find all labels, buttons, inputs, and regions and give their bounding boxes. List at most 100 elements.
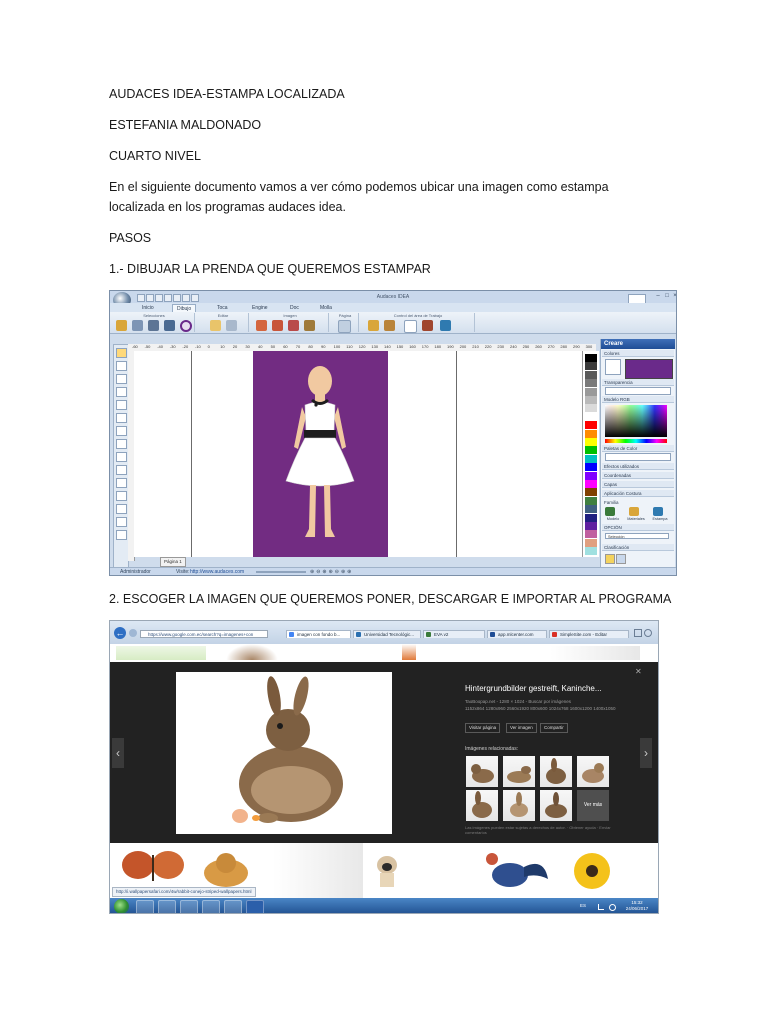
- view-more-button[interactable]: Ver más: [577, 790, 609, 821]
- color-swatch[interactable]: [585, 362, 597, 371]
- color-swatch[interactable]: [585, 480, 597, 488]
- refresh-icon[interactable]: [616, 554, 626, 564]
- tab-simplesite[interactable]: SimpleSite.com - Editar: [549, 630, 629, 638]
- polygon-tool-icon[interactable]: [116, 452, 127, 462]
- pointer-tool-icon[interactable]: [116, 348, 127, 358]
- ellipse-tool-icon[interactable]: [116, 439, 127, 449]
- curve-tool-icon[interactable]: [116, 413, 127, 423]
- workspace-icon[interactable]: [368, 320, 379, 331]
- image-crop-icon[interactable]: [288, 320, 299, 331]
- settings-icon[interactable]: [644, 629, 652, 637]
- color-swatch[interactable]: [585, 505, 597, 514]
- color-swatch[interactable]: [585, 404, 597, 413]
- group-tool-icon[interactable]: [164, 320, 175, 331]
- fill-tool-icon[interactable]: [116, 465, 127, 475]
- hand-tool-icon[interactable]: [116, 374, 127, 384]
- cut-icon[interactable]: [226, 320, 237, 331]
- print-icon[interactable]: [173, 294, 181, 302]
- color-swatch[interactable]: [585, 488, 597, 497]
- new-file-icon[interactable]: [137, 294, 145, 302]
- dress-figure[interactable]: [280, 361, 360, 543]
- page-icon[interactable]: [338, 320, 351, 333]
- next-arrow-icon[interactable]: ›: [640, 738, 652, 768]
- forward-arrow-icon[interactable]: [129, 629, 137, 637]
- zoom-icon[interactable]: [191, 294, 199, 302]
- color-swatch[interactable]: [585, 370, 597, 379]
- related-thumb[interactable]: [577, 756, 609, 787]
- minimize-icon[interactable]: –: [654, 293, 662, 300]
- no-fill-swatch[interactable]: [605, 359, 621, 375]
- color-swatch[interactable]: [585, 412, 597, 421]
- tab-eva[interactable]: EVA v2: [423, 630, 485, 638]
- redo-icon[interactable]: [155, 294, 163, 302]
- related-thumb[interactable]: [503, 790, 535, 821]
- tab-inicio[interactable]: Inicio: [138, 304, 158, 312]
- close-icon[interactable]: ×: [671, 293, 676, 300]
- related-thumb[interactable]: [466, 790, 498, 821]
- previous-arrow-icon[interactable]: ‹: [112, 738, 124, 768]
- share-button[interactable]: Compartir: [540, 723, 568, 733]
- save-icon[interactable]: [164, 294, 172, 302]
- transparency-slider[interactable]: [605, 387, 671, 395]
- image-title[interactable]: Hintergrundbilder gestreift, Kaninche...: [465, 684, 602, 693]
- copy-tool-icon[interactable]: [132, 320, 143, 331]
- hue-slider[interactable]: [605, 439, 667, 443]
- color-swatch[interactable]: [585, 354, 597, 362]
- color-swatch[interactable]: [585, 429, 597, 438]
- rectangle-tool-icon[interactable]: [116, 426, 127, 436]
- address-bar[interactable]: https://www.google.com.ec/search?q=image…: [140, 630, 268, 638]
- color-swatch[interactable]: [585, 513, 597, 522]
- maximize-icon[interactable]: □: [663, 293, 671, 300]
- rabbit-preview-image[interactable]: [176, 672, 392, 834]
- tab-engine[interactable]: Engine: [248, 304, 272, 312]
- panel-row-colores[interactable]: Colores: [602, 350, 674, 357]
- zoom-field[interactable]: [404, 320, 417, 333]
- image-icon[interactable]: [256, 320, 267, 331]
- page-tab[interactable]: Página 1: [160, 557, 186, 567]
- color-swatch[interactable]: [585, 387, 597, 396]
- paint-taskbar-icon[interactable]: [224, 900, 242, 913]
- eyedropper-tool-icon[interactable]: [116, 517, 127, 527]
- tray-clock[interactable]: 15:32 24/06/2017: [622, 900, 652, 912]
- panel-row-coordenadas[interactable]: Coordenadas: [602, 472, 674, 479]
- related-thumb[interactable]: [466, 756, 498, 787]
- panel-row-transparencia[interactable]: Transparencia: [602, 379, 674, 386]
- language-indicator[interactable]: ES: [580, 903, 586, 909]
- result-thumb[interactable]: [116, 646, 206, 660]
- related-thumb[interactable]: [540, 756, 572, 787]
- color-swatch[interactable]: [585, 446, 597, 455]
- color-swatch[interactable]: [585, 463, 597, 472]
- image-adjust-icon[interactable]: [304, 320, 315, 331]
- estampa-icon[interactable]: [653, 507, 663, 516]
- color-swatch[interactable]: [585, 547, 597, 556]
- volume-icon[interactable]: [609, 904, 616, 911]
- result-thumb[interactable]: [550, 646, 640, 660]
- related-thumb[interactable]: [540, 790, 572, 821]
- grid-icon[interactable]: [440, 320, 451, 331]
- tab-mlcenter[interactable]: app.mlcenter.com: [487, 630, 547, 638]
- status-site-link[interactable]: http://www.audaces.com: [190, 568, 244, 575]
- explorer-taskbar-icon[interactable]: [158, 900, 176, 913]
- materiales-icon[interactable]: [629, 507, 639, 516]
- line-tool-icon[interactable]: [116, 400, 127, 410]
- zoom-icons[interactable]: ⊕⊖⊕⊕⊖⊕⊕: [310, 568, 353, 575]
- color-swatch[interactable]: [585, 471, 597, 480]
- butterfly-thumb[interactable]: [118, 847, 188, 887]
- undo-icon[interactable]: [146, 294, 154, 302]
- pen-tool-icon[interactable]: [116, 387, 127, 397]
- result-thumb[interactable]: [226, 644, 278, 660]
- workspace-fit-icon[interactable]: [384, 320, 395, 331]
- color-swatch[interactable]: [585, 454, 597, 463]
- panel-row-aplicacion[interactable]: Aplicación Costura: [602, 490, 674, 497]
- palette-select[interactable]: [605, 453, 671, 461]
- yellow-flower-thumb[interactable]: [562, 849, 622, 893]
- start-button-icon[interactable]: [114, 899, 129, 913]
- white-texture-thumb[interactable]: [273, 843, 363, 898]
- color-swatch[interactable]: [585, 438, 597, 446]
- color-swatch[interactable]: [585, 496, 597, 505]
- tab-toca[interactable]: Toca: [213, 304, 232, 312]
- panel-row-paletas[interactable]: Paletas de Color: [602, 445, 674, 452]
- color-swatch[interactable]: [585, 530, 597, 539]
- color-swatch[interactable]: [585, 396, 597, 404]
- color-swatch[interactable]: [585, 379, 597, 388]
